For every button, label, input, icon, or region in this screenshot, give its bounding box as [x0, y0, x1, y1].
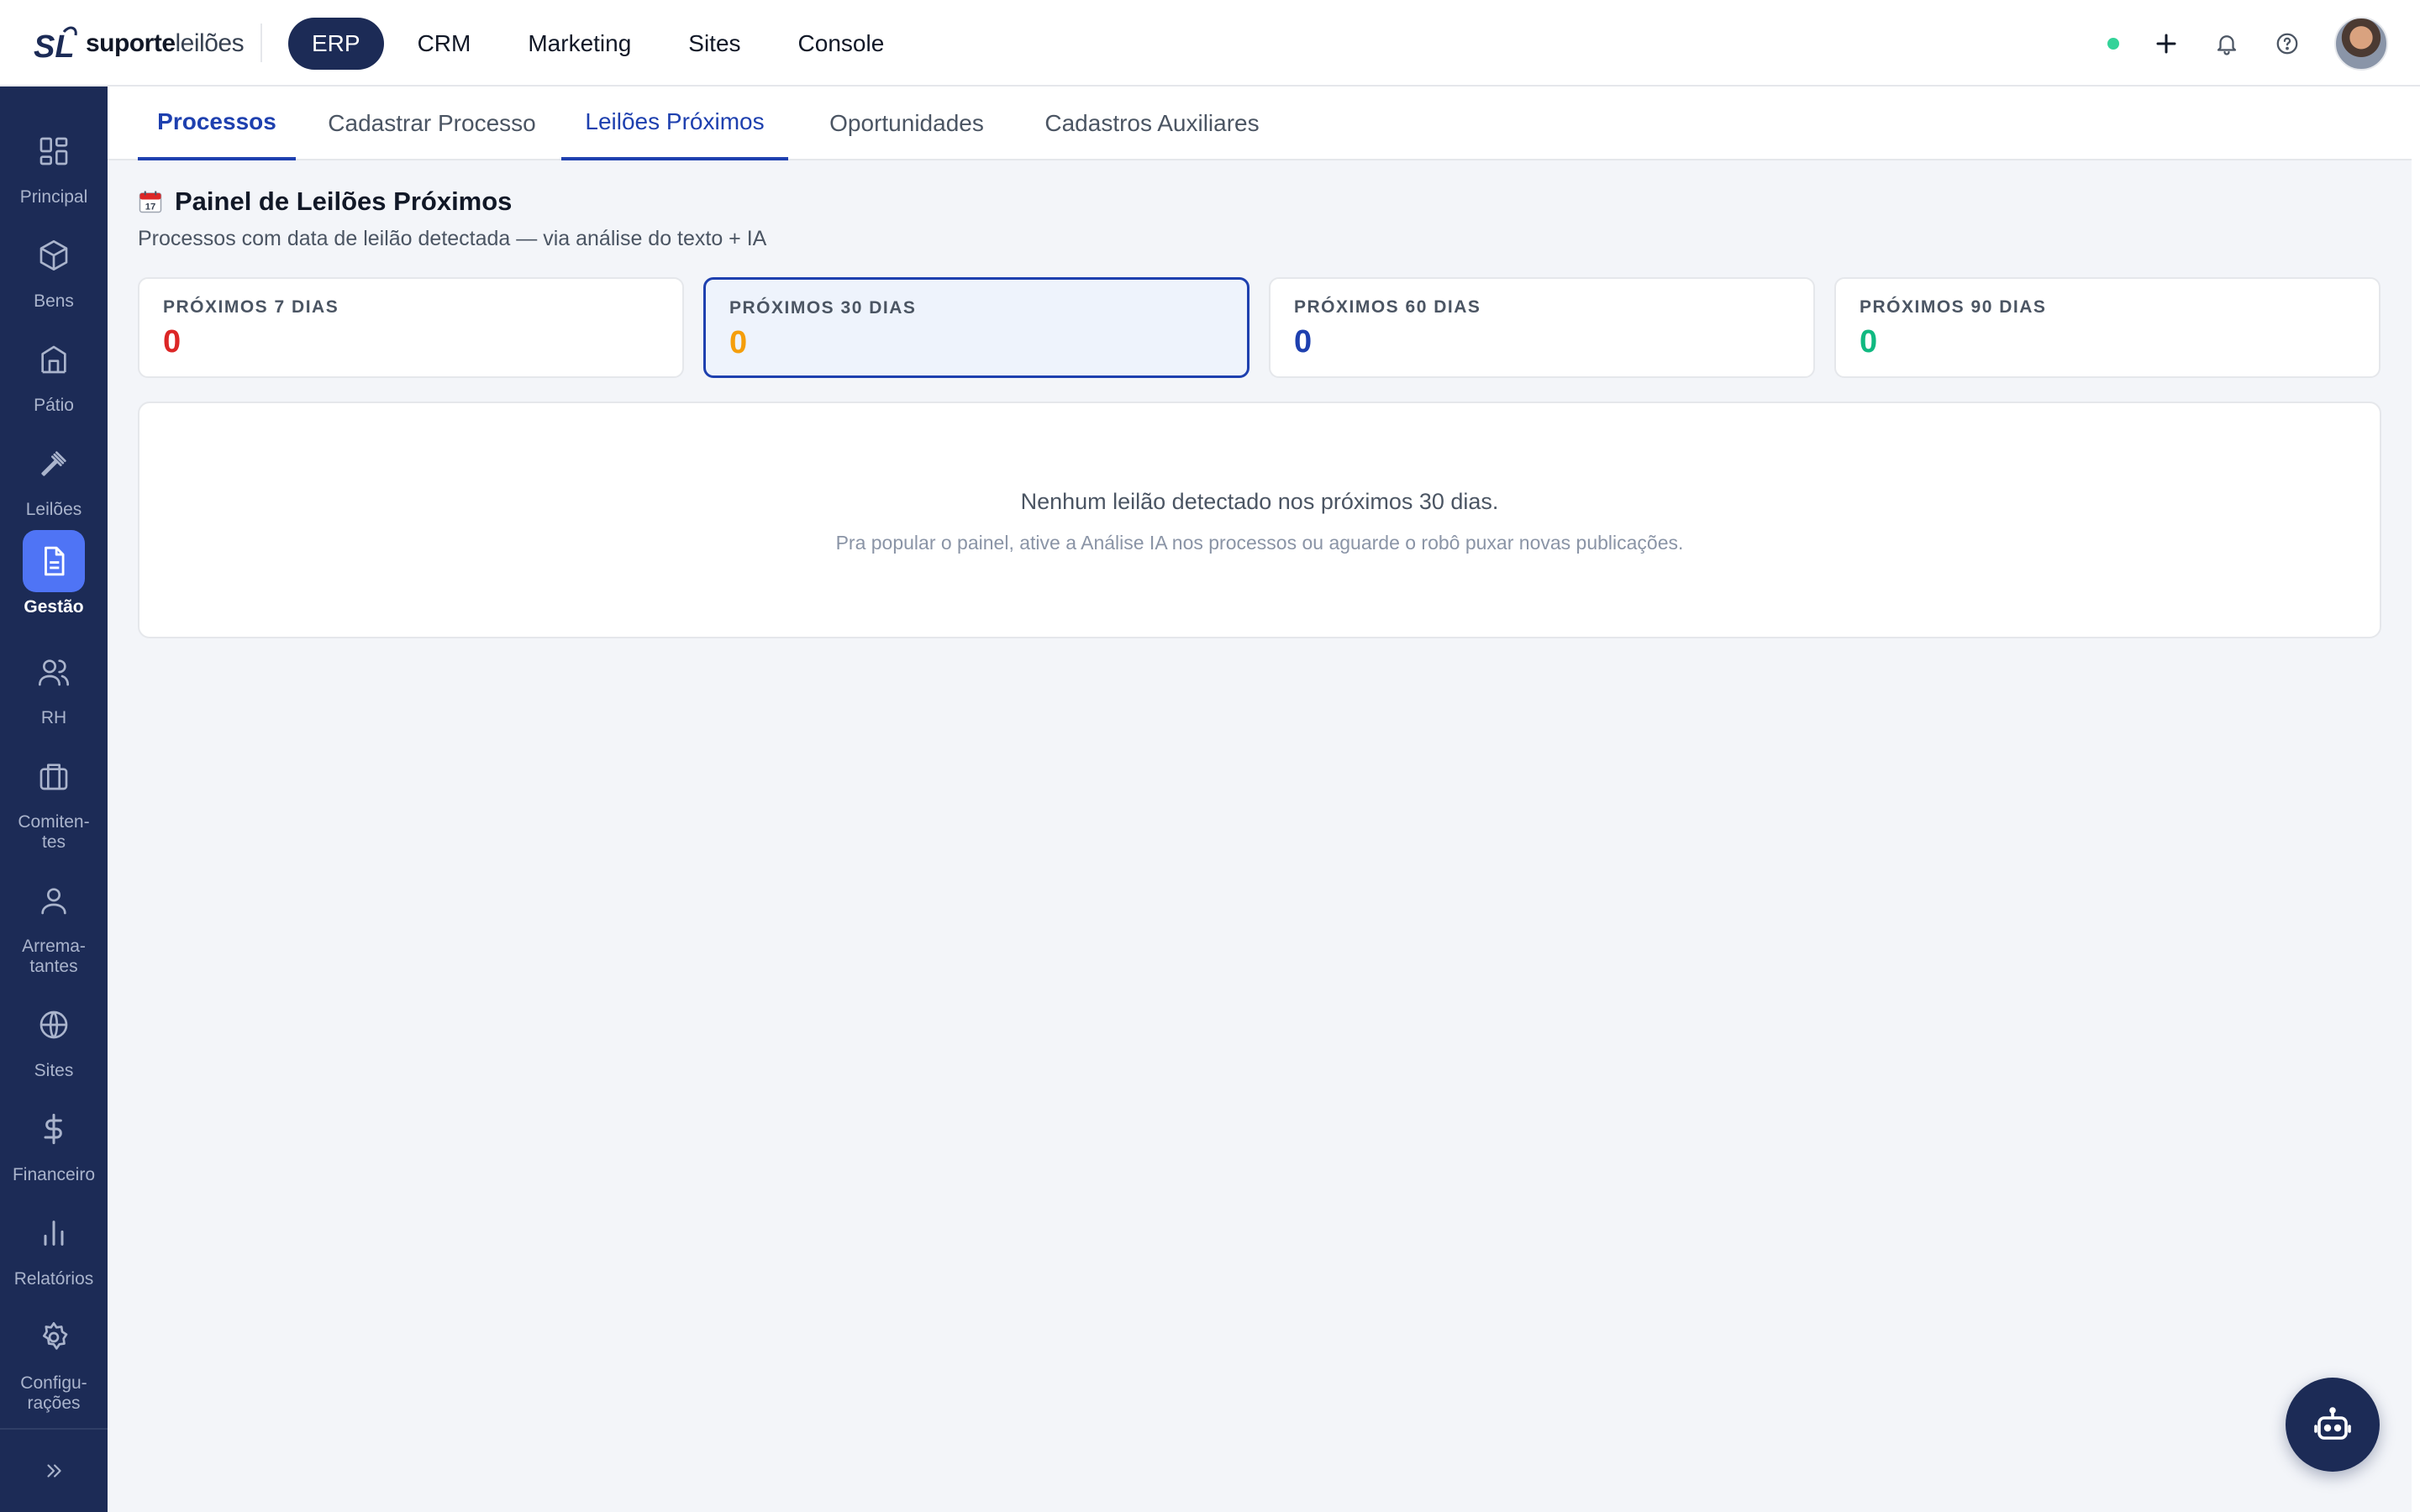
sidebar-item-label: Configu- rações	[20, 1373, 87, 1413]
module-sites[interactable]: Sites	[665, 18, 764, 70]
sidebar-item-label: Gestão	[24, 597, 84, 617]
sidebar-collapse-button[interactable]	[0, 1428, 108, 1512]
sidebar-item-label: Financeiro	[12, 1165, 96, 1184]
brand-name: suporteleilões	[86, 29, 245, 57]
page-subtitle: Processos com data de leilão detectada —…	[138, 227, 767, 250]
sidebar-item-label: Leilões	[25, 500, 82, 519]
avatar[interactable]	[2334, 17, 2388, 71]
svg-text:SL: SL	[34, 29, 75, 64]
card-proximos-30-dias[interactable]: PRÓXIMOS 30 DIAS 0	[703, 277, 1249, 378]
sidebar-item-gestao[interactable]: Gestão	[0, 530, 108, 617]
bar-chart-icon	[23, 1202, 85, 1264]
card-proximos-7-dias[interactable]: PRÓXIMOS 7 DIAS 0	[138, 277, 684, 378]
document-icon	[23, 530, 85, 592]
gear-icon	[23, 1306, 85, 1368]
sidebar-item-leiloes[interactable]: Leilões	[0, 433, 108, 520]
tab-cadastrar-processo[interactable]: Cadastrar Processo	[311, 87, 553, 160]
card-value: 0	[163, 324, 182, 360]
card-proximos-60-dias[interactable]: PRÓXIMOS 60 DIAS 0	[1269, 277, 1815, 378]
page-title: Painel de Leilões Próximos	[175, 186, 513, 216]
card-label: PRÓXIMOS 7 DIAS	[163, 297, 339, 317]
sidebar-item-label: Principal	[19, 187, 88, 207]
card-label: PRÓXIMOS 90 DIAS	[1860, 297, 2047, 317]
module-erp[interactable]: ERP	[288, 18, 384, 70]
card-value: 0	[1860, 324, 1878, 360]
sidebar-item-label: Arrema- tantes	[22, 937, 86, 976]
sidebar-item-sites[interactable]: Sites	[0, 994, 108, 1081]
sidebar: Principal Bens Pátio Leilões Gestão RH C…	[0, 87, 108, 1512]
module-switcher: ERP CRM Marketing Sites Console	[288, 18, 908, 70]
sidebar-item-label: RH	[40, 708, 67, 727]
sidebar-item-label: Bens	[34, 291, 74, 311]
sidebar-item-principal[interactable]: Principal	[0, 120, 108, 207]
user-icon	[23, 869, 85, 932]
content-right-edge	[2412, 87, 2420, 1512]
sidebar-item-label: Pátio	[34, 396, 74, 415]
online-status-dot	[2107, 38, 2119, 50]
module-console[interactable]: Console	[775, 18, 908, 70]
tab-cadastros-auxiliares[interactable]: Cadastros Auxiliares	[1023, 87, 1281, 160]
sidebar-item-label: Relatórios	[13, 1269, 94, 1289]
sidebar-item-comitentes[interactable]: Comiten- tes	[0, 745, 108, 853]
sidebar-item-label: Sites	[34, 1061, 74, 1080]
warehouse-icon	[23, 328, 85, 391]
sidebar-item-financeiro[interactable]: Financeiro	[0, 1098, 108, 1185]
card-value: 0	[729, 325, 748, 360]
sub-tabs: Processos Cadastrar Processo Leilões Pró…	[108, 87, 2412, 160]
robot-icon	[2314, 1407, 2351, 1440]
tab-processos[interactable]: Processos	[138, 87, 296, 160]
empty-state-title: Nenhum leilão detectado nos próximos 30 …	[1020, 489, 1499, 514]
top-actions	[2107, 17, 2388, 71]
sidebar-item-arrematantes[interactable]: Arrema- tantes	[0, 869, 108, 977]
empty-state-hint: Pra popular o painel, ative a Análise IA…	[835, 532, 1684, 554]
sidebar-item-bens[interactable]: Bens	[0, 224, 108, 312]
card-label: PRÓXIMOS 60 DIAS	[1294, 297, 1481, 317]
gavel-icon	[23, 433, 85, 495]
sidebar-item-patio[interactable]: Pátio	[0, 328, 108, 416]
globe-icon	[23, 994, 85, 1056]
card-value: 0	[1294, 324, 1313, 360]
dashboard-icon	[23, 120, 85, 182]
svg-text:17: 17	[145, 202, 156, 212]
sidebar-item-label: Comiten- tes	[18, 812, 90, 852]
card-proximos-90-dias[interactable]: PRÓXIMOS 90 DIAS 0	[1834, 277, 2381, 378]
help-icon[interactable]	[2274, 30, 2301, 57]
tab-leiloes-proximos[interactable]: Leilões Próximos	[561, 87, 788, 160]
logo-divider	[260, 24, 262, 62]
sidebar-item-rh[interactable]: RH	[0, 641, 108, 728]
tab-oportunidades[interactable]: Oportunidades	[803, 87, 1010, 160]
module-marketing[interactable]: Marketing	[504, 18, 655, 70]
module-crm[interactable]: CRM	[394, 18, 495, 70]
panel-header: 17 Painel de Leilões Próximos	[138, 186, 512, 217]
brand-logo[interactable]: SL suporteleilões	[32, 24, 245, 64]
assistant-button[interactable]	[2286, 1378, 2380, 1472]
calendar-icon: 17	[139, 191, 162, 213]
card-label: PRÓXIMOS 30 DIAS	[729, 298, 917, 318]
sidebar-item-configuracoes[interactable]: Configu- rações	[0, 1306, 108, 1414]
bell-icon[interactable]	[2213, 30, 2240, 57]
plus-icon[interactable]	[2153, 30, 2180, 57]
chevrons-right-icon	[47, 1464, 61, 1478]
sidebar-item-relatorios[interactable]: Relatórios	[0, 1202, 108, 1289]
box-icon	[23, 224, 85, 286]
brand-mark-icon: SL	[34, 26, 77, 64]
top-bar: SL suporteleilões ERP CRM Marketing Site…	[0, 0, 2420, 87]
briefcase-icon	[23, 745, 85, 807]
empty-state-panel: Nenhum leilão detectado nos próximos 30 …	[138, 402, 2381, 638]
dollar-icon	[23, 1098, 85, 1160]
users-icon	[23, 641, 85, 703]
